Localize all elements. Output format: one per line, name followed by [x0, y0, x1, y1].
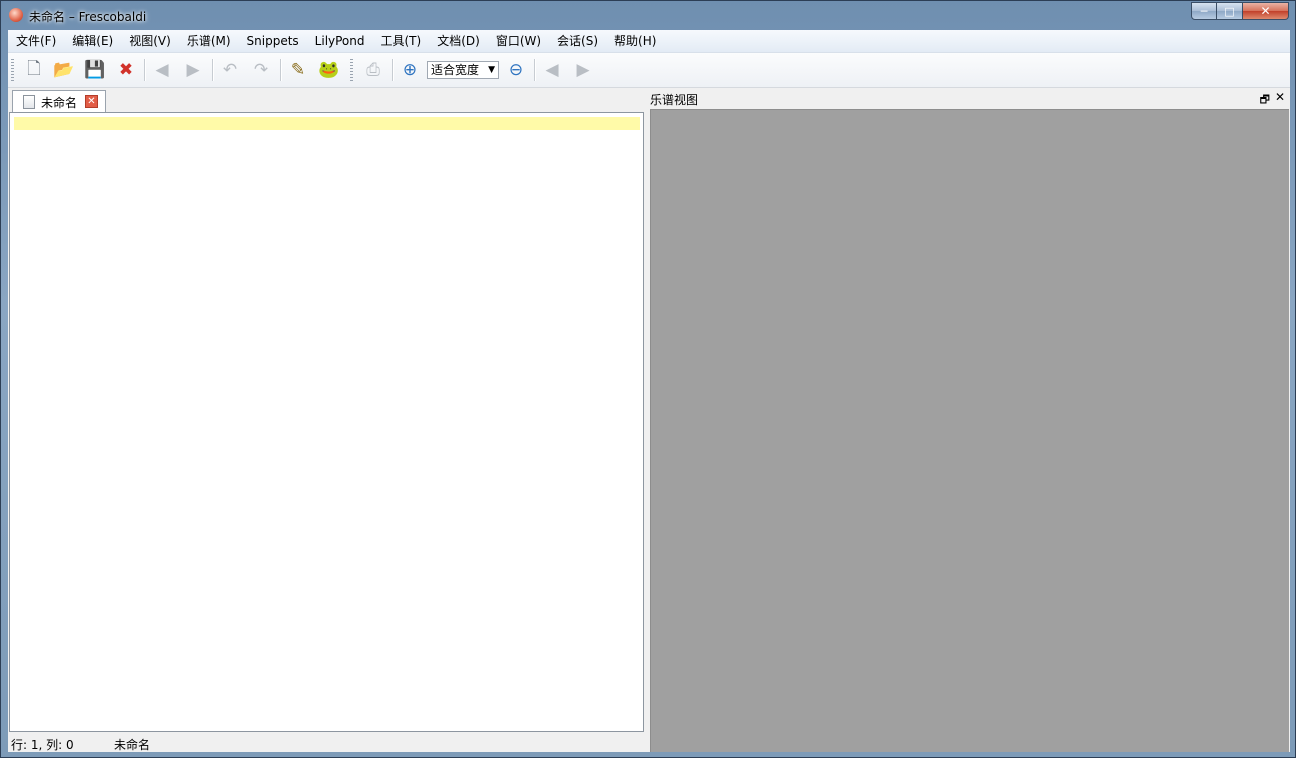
- zoom-select[interactable]: 适合宽度 ▼: [427, 61, 499, 79]
- menu-session[interactable]: 会话(S): [549, 30, 606, 52]
- title-bar[interactable]: 未命名 – Frescobaldi ─ □ ✕: [1, 1, 1295, 29]
- toolbar-separator: [144, 59, 146, 81]
- main-toolbar: 🗋 📂 💾 ✖ ◀ ▶ ↶ ↷ ✎ 🐸 ⎙ ⊕ 适合宽度 ▼ ⊖ ◀ ▶: [8, 53, 1290, 88]
- close-panel-icon[interactable]: ✕: [1275, 90, 1285, 104]
- document-tab-label: 未命名: [41, 96, 78, 110]
- source-editor[interactable]: [9, 112, 644, 732]
- menu-lilypond[interactable]: LilyPond: [307, 30, 373, 52]
- menu-bar: 文件(F) 编辑(E) 视图(V) 乐谱(M) Snippets LilyPon…: [8, 30, 1290, 53]
- forward-arrow-icon[interactable]: ▶: [181, 58, 205, 82]
- toolbar-grip[interactable]: [11, 59, 14, 81]
- application-window: 未命名 – Frescobaldi ─ □ ✕ 文件(F) 编辑(E) 视图(V…: [0, 0, 1296, 758]
- close-window-button[interactable]: ✕: [1243, 2, 1289, 20]
- open-folder-icon[interactable]: 📂: [52, 58, 76, 82]
- status-document-name: 未命名: [114, 738, 151, 752]
- cursor-position: 行: 1, 列: 0: [11, 738, 74, 752]
- toolbar-grip[interactable]: [350, 59, 353, 81]
- frescobaldi-app-icon[interactable]: [9, 8, 23, 22]
- minimize-button[interactable]: ─: [1191, 2, 1217, 20]
- previous-page-icon[interactable]: ◀: [540, 58, 564, 82]
- document-icon: [23, 95, 35, 109]
- zoom-out-icon[interactable]: ⊖: [504, 58, 528, 82]
- status-bar: 行: 1, 列: 0 未命名: [8, 733, 646, 752]
- current-line-highlight: [14, 117, 640, 130]
- toolbar-separator: [280, 59, 282, 81]
- undo-icon[interactable]: ↶: [218, 58, 242, 82]
- menu-window[interactable]: 窗口(W): [488, 30, 549, 52]
- chevron-down-icon: ▼: [488, 65, 495, 75]
- menu-view[interactable]: 视图(V): [121, 30, 179, 52]
- close-document-icon[interactable]: ✖: [114, 58, 138, 82]
- zoom-in-icon[interactable]: ⊕: [398, 58, 422, 82]
- editor-pane: 未命名 ✕ 行: 1, 列: 0 未命名: [8, 88, 646, 752]
- menu-edit[interactable]: 编辑(E): [64, 30, 121, 52]
- lilypond-run-icon[interactable]: 🐸: [317, 58, 341, 82]
- menu-music[interactable]: 乐谱(M): [179, 30, 239, 52]
- document-tab[interactable]: 未命名 ✕: [12, 90, 106, 112]
- tab-close-icon[interactable]: ✕: [85, 95, 98, 108]
- menu-help[interactable]: 帮助(H): [606, 30, 664, 52]
- toolbar-separator: [392, 59, 394, 81]
- menu-snippets[interactable]: Snippets: [239, 30, 307, 52]
- back-arrow-icon[interactable]: ◀: [150, 58, 174, 82]
- toolbar-separator: [534, 59, 536, 81]
- float-panel-icon[interactable]: 🗗: [1260, 91, 1270, 110]
- maximize-button[interactable]: □: [1217, 2, 1243, 20]
- window-controls: ─ □ ✕: [1191, 2, 1289, 21]
- score-panel-title: 乐谱视图: [650, 93, 699, 107]
- score-canvas[interactable]: [650, 109, 1289, 752]
- toolbar-separator: [212, 59, 214, 81]
- window-title: 未命名 – Frescobaldi: [29, 10, 147, 24]
- print-icon[interactable]: ⎙: [361, 58, 385, 82]
- next-page-icon[interactable]: ▶: [571, 58, 595, 82]
- edit-wizard-icon[interactable]: ✎: [286, 58, 310, 82]
- document-tab-bar: 未命名 ✕: [8, 88, 646, 112]
- new-document-icon[interactable]: 🗋: [22, 58, 46, 82]
- menu-tools[interactable]: 工具(T): [373, 30, 430, 52]
- zoom-select-value: 适合宽度: [431, 63, 480, 77]
- redo-icon[interactable]: ↷: [249, 58, 273, 82]
- score-view-panel: 乐谱视图 🗗 ✕: [650, 88, 1290, 752]
- save-icon[interactable]: 💾: [83, 58, 107, 82]
- menu-document[interactable]: 文档(D): [429, 30, 488, 52]
- client-area: 文件(F) 编辑(E) 视图(V) 乐谱(M) Snippets LilyPon…: [8, 30, 1290, 752]
- menu-file[interactable]: 文件(F): [8, 30, 64, 52]
- score-panel-header[interactable]: 乐谱视图 🗗 ✕: [650, 88, 1290, 108]
